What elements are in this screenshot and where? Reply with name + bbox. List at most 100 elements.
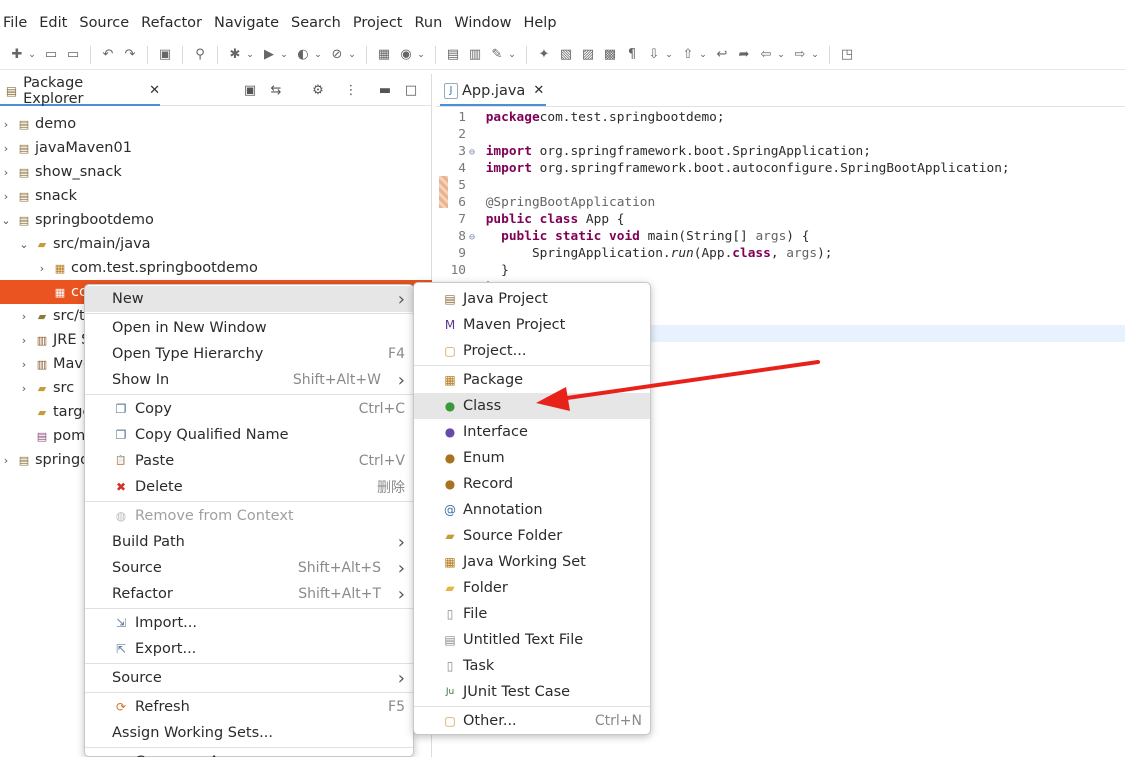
menu-item-source[interactable]: Source › — [85, 665, 413, 691]
menu-project[interactable]: Project — [347, 15, 409, 31]
save-icon[interactable]: ▭ — [43, 47, 59, 63]
expand-arrow-icon[interactable]: ⌄ — [0, 214, 12, 227]
fold-icon[interactable]: ⊖ — [466, 144, 478, 161]
run-icon[interactable]: ▶ — [261, 47, 277, 63]
submenu-item-class[interactable]: ● Class — [414, 393, 650, 419]
submenu-item-record[interactable]: ● Record — [414, 471, 650, 497]
close-icon[interactable]: ✕ — [533, 83, 544, 98]
tree-item[interactable]: › ▤ show_snack — [0, 160, 432, 184]
menu-item-source[interactable]: Source Shift+Alt+S › — [85, 555, 413, 581]
collapse-arrow-icon[interactable]: › — [18, 334, 30, 347]
menu-window[interactable]: Window — [448, 15, 517, 31]
new-java-package-icon[interactable]: ▦ — [376, 47, 392, 63]
submenu-item-source-folder[interactable]: ▰ Source Folder — [414, 523, 650, 549]
menu-source[interactable]: Source — [73, 15, 135, 31]
link-editor-icon[interactable]: ⇆ — [268, 82, 284, 98]
prev-annotation-icon[interactable]: ⇧ — [680, 47, 696, 63]
submenu-item-folder[interactable]: ▰ Folder — [414, 575, 650, 601]
redo-icon[interactable]: ↷ — [122, 47, 138, 63]
new-class-icon[interactable]: ◉ — [398, 47, 414, 63]
submenu-item-file[interactable]: ▯ File — [414, 601, 650, 627]
expand-arrow-icon[interactable]: ⌄ — [18, 238, 30, 251]
menu-item-import[interactable]: ⇲ Import... — [85, 610, 413, 636]
open-type-icon[interactable]: ▤ — [445, 47, 461, 63]
close-icon[interactable]: ✕ — [149, 83, 160, 98]
perspective-icon[interactable]: ◳ — [839, 47, 855, 63]
submenu-item-maven-project[interactable]: M Maven Project — [414, 312, 650, 338]
chevron-down-icon[interactable]: ⌄ — [245, 47, 255, 63]
collapse-arrow-icon[interactable]: › — [0, 166, 12, 179]
tab-app-java[interactable]: J App.java ✕ — [440, 77, 546, 106]
collapse-arrow-icon[interactable]: › — [18, 358, 30, 371]
last-edit-icon[interactable]: ↩ — [714, 47, 730, 63]
show-whitespace-icon[interactable]: ▩ — [602, 47, 618, 63]
collapse-arrow-icon[interactable]: › — [18, 382, 30, 395]
pin-icon[interactable]: ➦ — [736, 47, 752, 63]
submenu-item-junit-test-case[interactable]: Ju JUnit Test Case — [414, 679, 650, 705]
undo-icon[interactable]: ↶ — [100, 47, 116, 63]
tree-item[interactable]: › ▦ com.test.springbootdemo — [0, 256, 432, 280]
skip-breakpoints-icon[interactable]: ⚲ — [192, 47, 208, 63]
chevron-down-icon[interactable]: ⌄ — [416, 47, 426, 63]
tree-item[interactable]: ⌄ ▰ src/main/java — [0, 232, 432, 256]
collapse-arrow-icon[interactable]: › — [36, 262, 48, 275]
submenu-item-other[interactable]: ▢ Other... Ctrl+N — [414, 708, 650, 734]
view-menu-icon[interactable]: ⋮ — [343, 82, 359, 98]
menu-item-delete[interactable]: ✖ Delete 删除 — [85, 474, 413, 500]
chevron-down-icon[interactable]: ⌄ — [810, 47, 820, 63]
menu-item-assign-working-sets[interactable]: Assign Working Sets... — [85, 720, 413, 746]
menu-item-open-type-hierarchy[interactable]: Open Type Hierarchy F4 — [85, 341, 413, 367]
chevron-down-icon[interactable]: ⌄ — [27, 47, 37, 63]
tree-item[interactable]: › ▤ demo — [0, 112, 432, 136]
pilcrow-icon[interactable]: ¶ — [624, 47, 640, 63]
collapse-all-icon[interactable]: ▣ — [242, 82, 258, 98]
tree-item[interactable]: › ▤ javaMaven01 — [0, 136, 432, 160]
maximize-icon[interactable]: □ — [403, 82, 419, 98]
fold-icon[interactable]: ⊖ — [466, 229, 478, 246]
collapse-arrow-icon[interactable]: › — [18, 310, 30, 323]
search-icon[interactable]: ✎ — [489, 47, 505, 63]
word-wrap-icon[interactable]: ▧ — [558, 47, 574, 63]
chevron-down-icon[interactable]: ⌄ — [347, 47, 357, 63]
menu-item-copy-qualified-name[interactable]: ❐ Copy Qualified Name — [85, 422, 413, 448]
chevron-down-icon[interactable]: ⌄ — [698, 47, 708, 63]
submenu-item-untitled-text-file[interactable]: ▤ Untitled Text File — [414, 627, 650, 653]
chevron-down-icon[interactable]: ⌄ — [279, 47, 289, 63]
collapse-arrow-icon[interactable]: › — [0, 190, 12, 203]
new-icon[interactable]: ✚ — [9, 47, 25, 63]
chevron-down-icon[interactable]: ⌄ — [507, 47, 517, 63]
block-select-icon[interactable]: ▨ — [580, 47, 596, 63]
collapse-arrow-icon[interactable]: › — [0, 118, 12, 131]
next-annotation-icon[interactable]: ⇩ — [646, 47, 662, 63]
tree-item[interactable]: ⌄ ▤ springbootdemo — [0, 208, 432, 232]
debug-icon[interactable]: ✱ — [227, 47, 243, 63]
menu-refactor[interactable]: Refactor — [135, 15, 208, 31]
submenu-item-annotation[interactable]: @ Annotation — [414, 497, 650, 523]
external-tools-icon[interactable]: ⊘ — [329, 47, 345, 63]
filter-icon[interactable]: ⚙ — [310, 82, 326, 98]
submenu-item-enum[interactable]: ● Enum — [414, 445, 650, 471]
save-all-icon[interactable]: ▭ — [65, 47, 81, 63]
chevron-down-icon[interactable]: ⌄ — [313, 47, 323, 63]
minimize-icon[interactable]: ▬ — [377, 82, 393, 98]
submenu-item-interface[interactable]: ● Interface — [414, 419, 650, 445]
back-icon[interactable]: ⇦ — [758, 47, 774, 63]
menu-item-build-path[interactable]: Build Path › — [85, 529, 413, 555]
menu-item-open-in-new-window[interactable]: Open in New Window — [85, 315, 413, 341]
menu-item-show-in[interactable]: Show In Shift+Alt+W › — [85, 367, 413, 393]
menu-item-paste[interactable]: 📋 Paste Ctrl+V — [85, 448, 413, 474]
menu-item-new[interactable]: New › — [85, 286, 413, 312]
menu-item-coverage-as[interactable]: ◐Coverage As› — [85, 749, 413, 757]
menu-item-refresh[interactable]: ⟳ Refresh F5 — [85, 694, 413, 720]
menu-item-refactor[interactable]: Refactor Shift+Alt+T › — [85, 581, 413, 607]
menu-edit[interactable]: Edit — [33, 15, 73, 31]
menu-item-copy[interactable]: ❐ Copy Ctrl+C — [85, 396, 413, 422]
tab-package-explorer[interactable]: ▤ Package Explorer ✕ — [0, 75, 160, 107]
annotation-nav-icon[interactable]: ✦ — [536, 47, 552, 63]
menu-item-export[interactable]: ⇱ Export... — [85, 636, 413, 662]
chevron-down-icon[interactable]: ⌄ — [776, 47, 786, 63]
coverage-icon[interactable]: ◐ — [295, 47, 311, 63]
console-icon[interactable]: ▣ — [157, 47, 173, 63]
forward-icon[interactable]: ⇨ — [792, 47, 808, 63]
menu-navigate[interactable]: Navigate — [208, 15, 285, 31]
